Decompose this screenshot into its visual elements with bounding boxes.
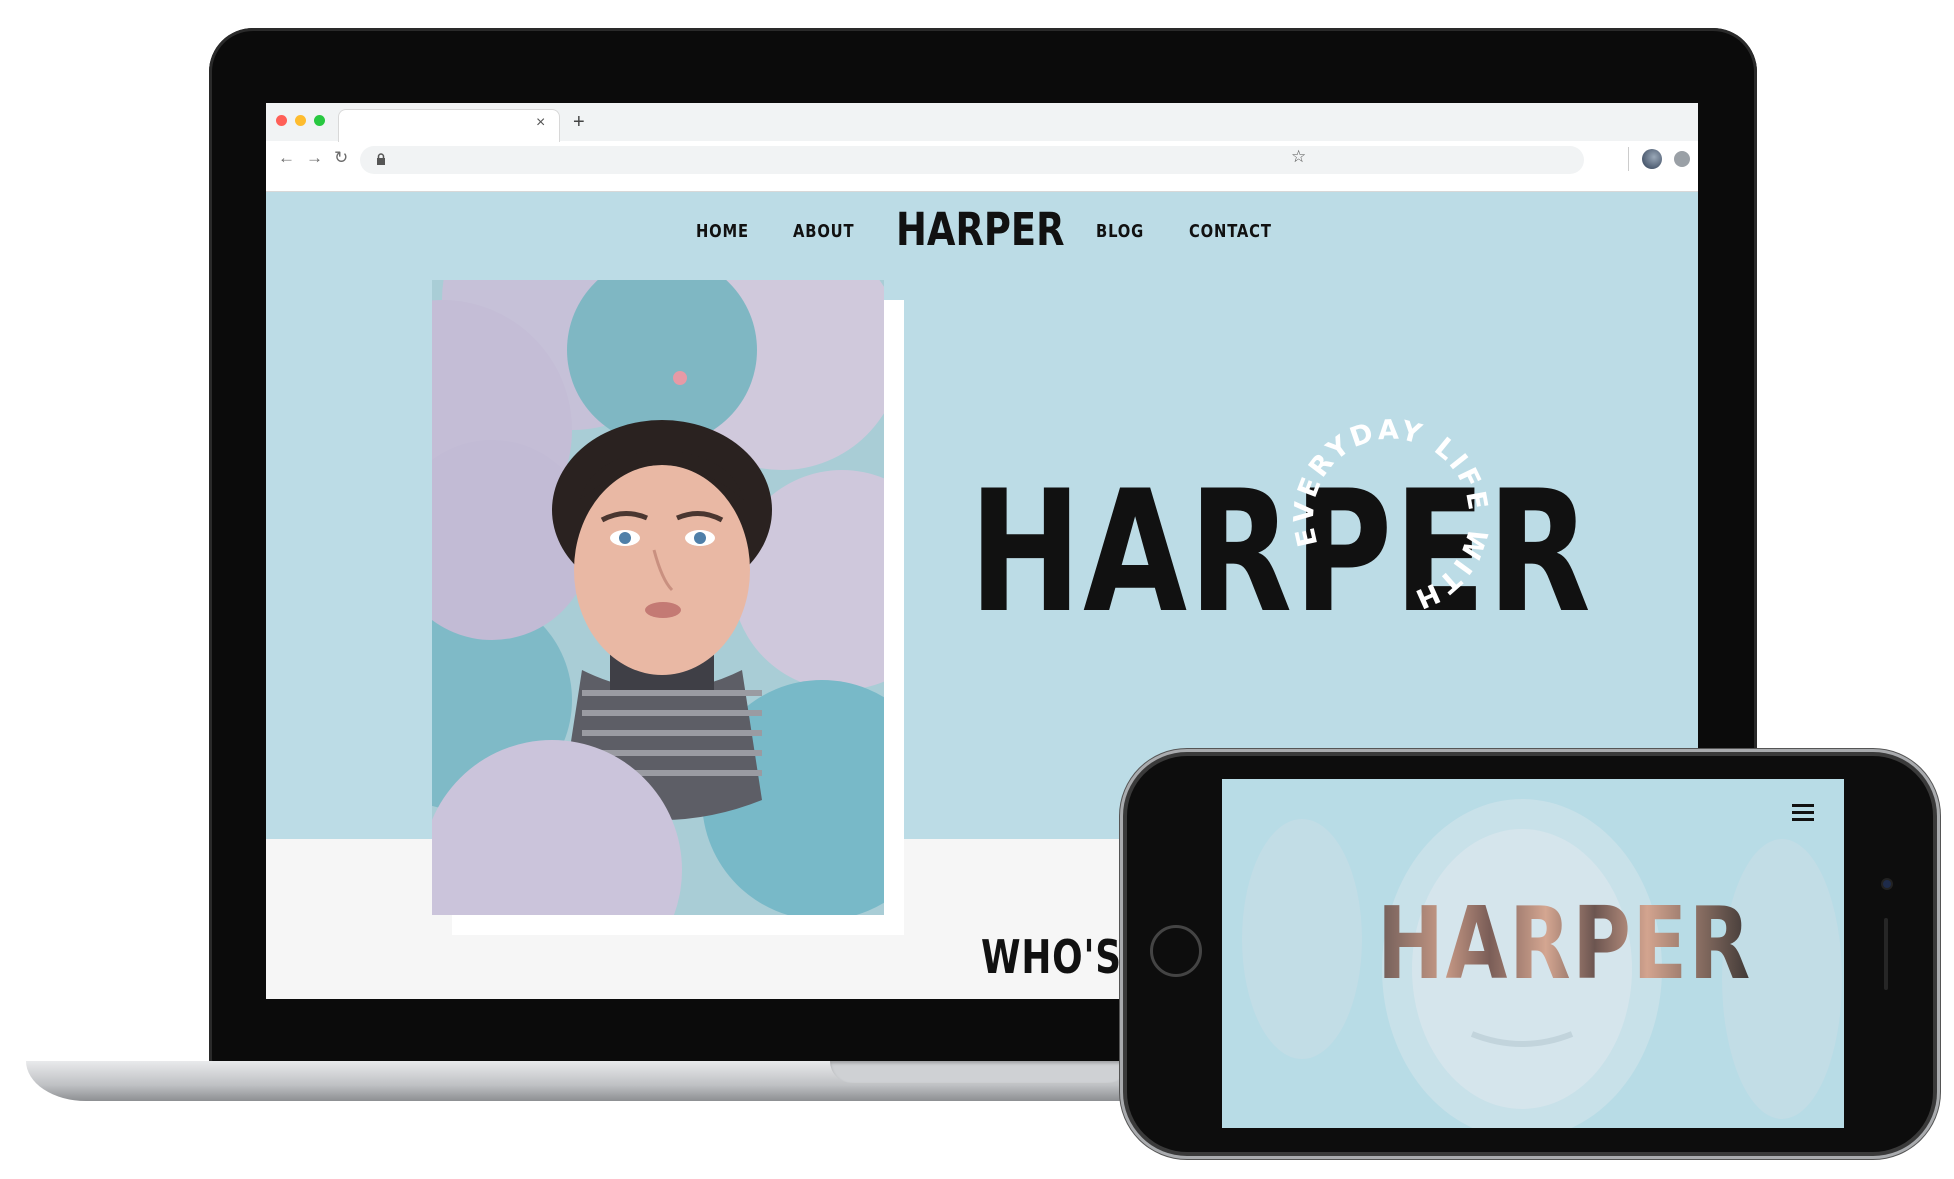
nav-home[interactable]: HOME [696, 221, 749, 242]
svg-text:EVERYDAY LIFE WITH: EVERYDAY LIFE WITH [1289, 415, 1494, 616]
phone-volume-button [1660, 750, 1720, 754]
nav-blog[interactable]: BLOG [1096, 221, 1144, 242]
phone-volume-button-2 [1740, 750, 1780, 754]
site-logo[interactable]: HARPER [896, 203, 1065, 256]
close-window-button[interactable] [276, 115, 287, 126]
arc-tagline-text: EVERYDAY LIFE WITH [1289, 415, 1491, 616]
maximize-window-button[interactable] [314, 115, 325, 126]
reload-icon[interactable]: ↻ [334, 148, 348, 168]
nav-contact[interactable]: CONTACT [1189, 221, 1272, 242]
phone-screen: HARPER [1222, 779, 1844, 1128]
extension-icon[interactable] [1674, 151, 1690, 167]
phone-power-button [1810, 750, 1850, 754]
bookmark-star-icon[interactable]: ☆ [1291, 147, 1306, 167]
phone-hero-title: HARPER [1377, 885, 1752, 1002]
address-bar[interactable] [360, 146, 1584, 174]
phone-camera [1883, 880, 1891, 888]
browser-chrome: × + ← → ↻ ☆ [266, 103, 1698, 192]
nav-about[interactable]: ABOUT [793, 221, 854, 242]
back-icon[interactable]: ← [278, 148, 295, 168]
new-tab-button[interactable]: + [573, 111, 585, 134]
toolbar-divider [1628, 147, 1629, 171]
lock-icon [377, 153, 385, 165]
laptop-notch [830, 1061, 1130, 1083]
forward-icon[interactable]: → [306, 148, 323, 168]
phone-speaker [1884, 918, 1888, 990]
profile-avatar[interactable] [1642, 149, 1662, 169]
browser-tab[interactable] [338, 109, 560, 142]
phone-home-button[interactable] [1150, 925, 1202, 977]
arc-tagline: EVERYDAY LIFE WITH [1289, 415, 1494, 616]
minimize-window-button[interactable] [295, 115, 306, 126]
close-tab-icon[interactable]: × [536, 114, 545, 132]
hamburger-menu-icon[interactable] [1792, 803, 1814, 823]
hero-photo [432, 280, 884, 915]
